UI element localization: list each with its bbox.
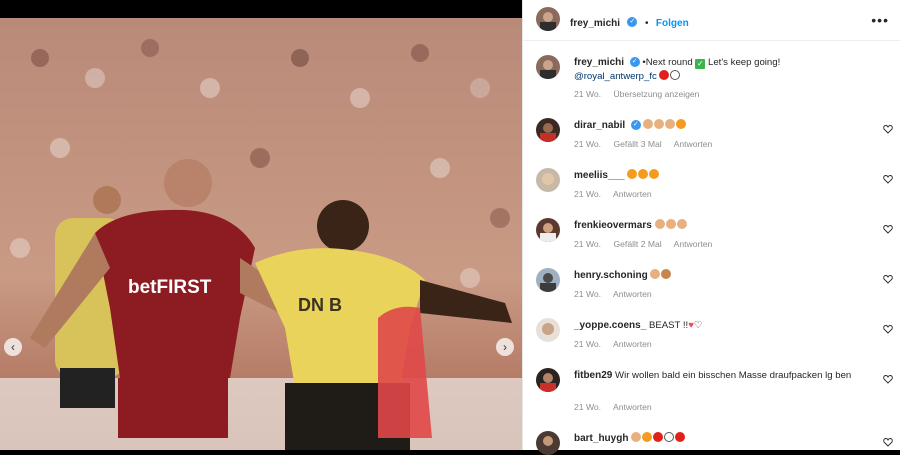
comment-time: 21 Wo. — [574, 289, 602, 299]
heart-icon[interactable] — [883, 224, 893, 234]
comment-time: 21 Wo. — [574, 402, 602, 412]
verified-icon: ✓ — [630, 120, 641, 131]
comment-username[interactable]: meeliis___ — [574, 170, 625, 181]
clap-icon — [654, 119, 665, 129]
avatar[interactable] — [536, 318, 560, 342]
red-jersey-sponsor: betFIRST — [128, 277, 212, 298]
caption-text: •Next round — [642, 57, 693, 68]
heart-icon[interactable] — [883, 274, 893, 284]
red-circle-icon — [653, 432, 664, 442]
reply-button[interactable]: Antworten — [674, 239, 713, 249]
muscle-icon — [650, 269, 661, 279]
red-circle-icon — [675, 432, 686, 442]
comment-text: Wir wollen bald ein bisschen Masse drauf… — [615, 370, 852, 381]
avatar[interactable] — [536, 168, 560, 192]
comment-likes[interactable]: Gefällt 2 Mal — [613, 239, 661, 249]
avatar[interactable] — [536, 368, 560, 392]
comment-username[interactable]: henry.schoning — [574, 270, 648, 281]
comment-username[interactable]: _yoppe.coens_ — [574, 320, 646, 331]
caption-text-2: Let's keep going! — [708, 57, 781, 68]
comment-time: 21 Wo. — [574, 239, 602, 249]
reply-button[interactable]: Antworten — [613, 189, 652, 199]
comment-time: 21 Wo. — [574, 189, 602, 199]
avatar[interactable] — [536, 7, 560, 31]
muscle-icon — [676, 219, 687, 229]
red-circle-icon — [659, 70, 670, 80]
comment-username[interactable]: frenkieovermars — [574, 220, 652, 231]
clap-icon — [643, 119, 654, 129]
more-dots-icon[interactable]: ••• — [871, 12, 889, 28]
reply-button[interactable]: Antworten — [674, 139, 713, 149]
heart-icon[interactable] — [883, 374, 893, 384]
fire-icon — [676, 119, 687, 129]
yellow-jersey-sponsor: DN B — [298, 295, 342, 315]
chevron-right-icon[interactable]: › — [496, 338, 514, 356]
comment-username[interactable]: fitben29 — [574, 370, 612, 381]
caption-time: 21 Wo. — [574, 89, 602, 99]
comment-username[interactable]: dirar_nabil — [574, 120, 625, 131]
fire-icon — [627, 169, 638, 179]
reply-button[interactable]: Antworten — [613, 402, 652, 412]
heart-icon[interactable] — [883, 437, 893, 447]
heart-icon[interactable] — [883, 124, 893, 134]
clap-icon — [665, 119, 676, 129]
avatar[interactable] — [536, 118, 560, 142]
chevron-left-icon[interactable]: ‹ — [4, 338, 22, 356]
white-heart-icon: ♡ — [693, 320, 703, 331]
post-header: frey_michi ✓ • Folgen ••• — [523, 0, 900, 41]
header-username[interactable]: frey_michi — [570, 18, 620, 29]
avatar[interactable] — [536, 431, 560, 455]
heart-icon[interactable] — [883, 174, 893, 184]
screaming-face-icon — [631, 432, 642, 442]
muscle-icon — [654, 219, 665, 229]
reply-button[interactable]: Antworten — [613, 289, 652, 299]
translate-link[interactable]: Übersetzung anzeigen — [613, 89, 699, 99]
comment-username[interactable]: bart_huygh — [574, 433, 628, 444]
white-circle-icon — [664, 432, 675, 442]
caption-username[interactable]: frey_michi — [574, 57, 624, 68]
verified-icon: ✓ — [627, 16, 638, 27]
avatar[interactable] — [536, 218, 560, 242]
comment-likes[interactable]: Gefällt 3 Mal — [613, 139, 661, 149]
top-black-bar — [0, 0, 522, 18]
check-mark-icon: ✓ — [695, 59, 706, 69]
reply-button[interactable]: Antworten — [613, 339, 652, 349]
heart-icon[interactable] — [883, 324, 893, 334]
comment-time: 21 Wo. — [574, 339, 602, 349]
comments-panel: frey_michi ✓ • Folgen ••• frey_michi ✓ •… — [522, 0, 900, 455]
comment-time: 21 Wo. — [574, 139, 602, 149]
comment-text: BEAST !! — [648, 320, 689, 331]
post-photo: betFIRST DN B ‹ › — [0, 18, 522, 450]
fire-icon — [649, 169, 660, 179]
avatar[interactable] — [536, 55, 560, 79]
verified-icon: ✓ — [629, 57, 640, 68]
fist-icon — [661, 269, 672, 279]
follow-button[interactable]: Folgen — [656, 18, 689, 29]
white-circle-icon — [670, 70, 681, 80]
fire-icon — [638, 169, 649, 179]
mention-link[interactable]: @royal_antwerp_fc — [574, 71, 657, 82]
fire-icon — [642, 432, 653, 442]
avatar[interactable] — [536, 268, 560, 292]
muscle-icon — [665, 219, 676, 229]
